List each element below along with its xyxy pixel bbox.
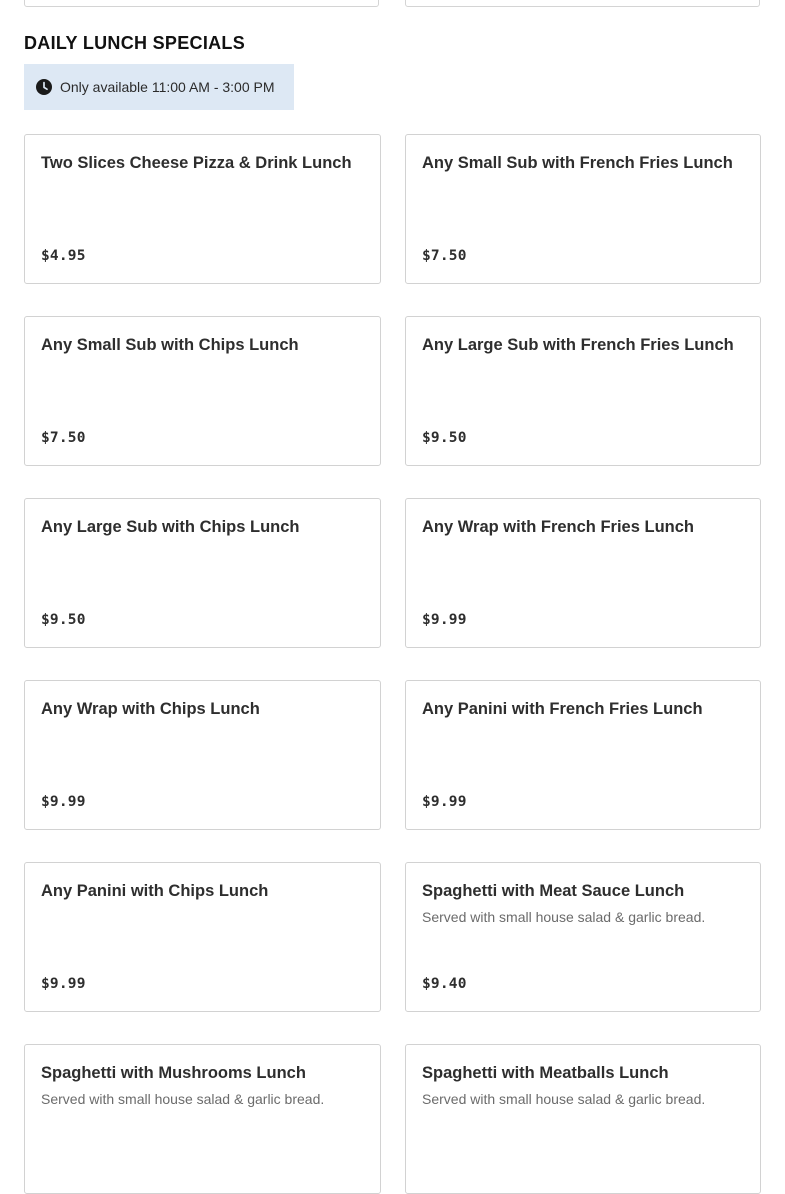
menu-item-card[interactable]: Spaghetti with Mushrooms Lunch Served wi… [24,1044,381,1194]
menu-item-price: $9.50 [41,612,86,628]
menu-item-price: $9.50 [422,430,467,446]
previous-menu-item-card[interactable] [405,0,760,7]
menu-item-name: Any Large Sub with Chips Lunch [41,518,300,536]
menu-item-price: $4.95 [41,248,86,264]
menu-item-price: $9.99 [422,794,467,810]
menu-item-name: Any Panini with French Fries Lunch [422,700,703,718]
menu-item-card[interactable]: Any Panini with Chips Lunch $9.99 [24,862,381,1012]
menu-item-name: Spaghetti with Meatballs Lunch [422,1064,669,1082]
menu-item-name: Any Wrap with Chips Lunch [41,700,260,718]
menu-item-price: $7.50 [422,248,467,264]
menu-item-description: Served with small house salad & garlic b… [422,909,706,925]
menu-item-price: $7.50 [41,430,86,446]
menu-item-price: $9.99 [41,794,86,810]
menu-item-card[interactable]: Any Small Sub with Chips Lunch $7.50 [24,316,381,466]
menu-item-description: Served with small house salad & garlic b… [41,1091,325,1107]
menu-item-card[interactable]: Two Slices Cheese Pizza & Drink Lunch $4… [24,134,381,284]
menu-item-price: $9.99 [422,612,467,628]
menu-item-price: $9.99 [41,976,86,992]
menu-item-name: Any Small Sub with Chips Lunch [41,336,299,354]
menu-item-card[interactable]: Any Wrap with Chips Lunch $9.99 [24,680,381,830]
menu-item-name: Two Slices Cheese Pizza & Drink Lunch [41,154,352,172]
menu-item-name: Any Wrap with French Fries Lunch [422,518,694,536]
clock-icon [36,79,52,95]
menu-item-card[interactable]: Spaghetti with Meatballs Lunch Served wi… [405,1044,761,1194]
menu-item-name: Any Large Sub with French Fries Lunch [422,336,734,354]
menu-item-card[interactable]: Spaghetti with Meat Sauce Lunch Served w… [405,862,761,1012]
menu-item-card[interactable]: Any Large Sub with Chips Lunch $9.50 [24,498,381,648]
menu-item-name: Any Small Sub with French Fries Lunch [422,154,733,172]
menu-items-grid: Two Slices Cheese Pizza & Drink Lunch $4… [24,134,761,1194]
menu-item-card[interactable]: Any Panini with French Fries Lunch $9.99 [405,680,761,830]
menu-item-name: Spaghetti with Meat Sauce Lunch [422,882,685,900]
availability-text: Only available 11:00 AM - 3:00 PM [60,79,275,95]
availability-banner: Only available 11:00 AM - 3:00 PM [24,64,294,110]
menu-item-name: Spaghetti with Mushrooms Lunch [41,1064,306,1082]
menu-item-name: Any Panini with Chips Lunch [41,882,269,900]
section-title: DAILY LUNCH SPECIALS [24,33,246,53]
menu-item-card[interactable]: Any Small Sub with French Fries Lunch $7… [405,134,761,284]
menu-item-price: $9.40 [422,976,467,992]
menu-item-card[interactable]: Any Large Sub with French Fries Lunch $9… [405,316,761,466]
previous-menu-item-card[interactable] [24,0,379,7]
menu-item-description: Served with small house salad & garlic b… [422,1091,706,1107]
menu-item-card[interactable]: Any Wrap with French Fries Lunch $9.99 [405,498,761,648]
